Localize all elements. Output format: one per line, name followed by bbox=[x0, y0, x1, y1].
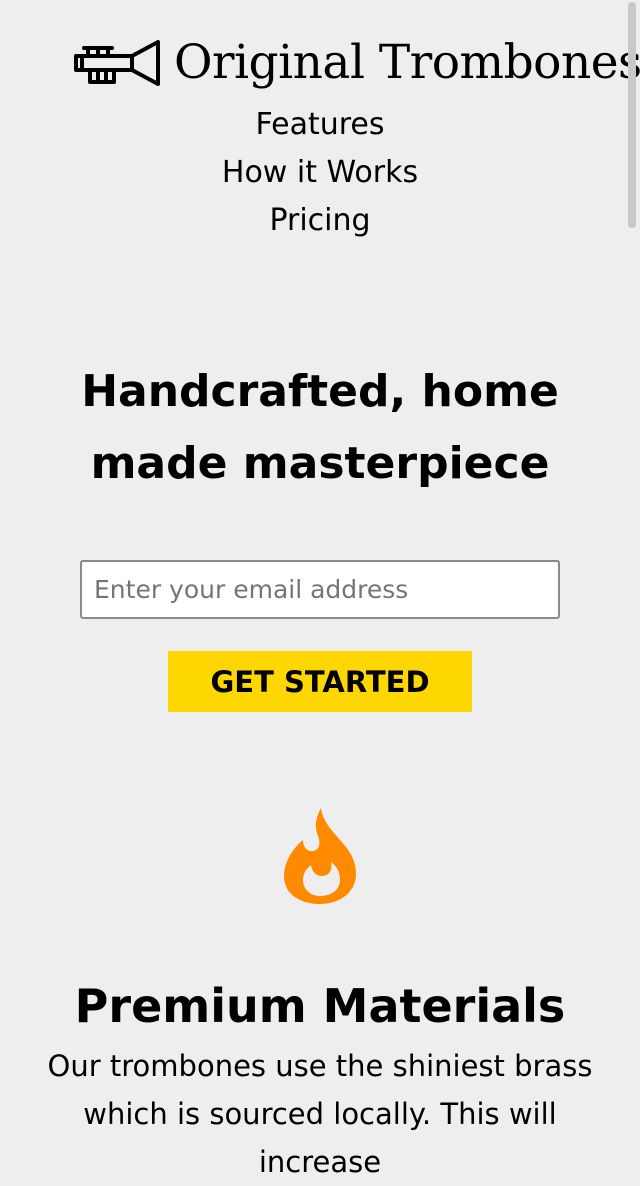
logo-text: Original Trombones bbox=[174, 35, 640, 90]
logo[interactable]: Original Trombones bbox=[74, 32, 640, 94]
main-nav: Features How it Works Pricing bbox=[0, 101, 640, 245]
nav-link-pricing[interactable]: Pricing bbox=[0, 197, 640, 245]
feature-title: Premium Materials bbox=[74, 979, 566, 1033]
nav-link-features[interactable]: Features bbox=[0, 101, 640, 149]
hero-title: Handcrafted, home made masterpiece bbox=[81, 366, 559, 489]
fire-icon bbox=[284, 808, 356, 904]
scrollbar-thumb[interactable] bbox=[628, 2, 636, 228]
trumpet-icon bbox=[74, 40, 160, 86]
feature-description: Our trombones use the shiniest brass whi… bbox=[47, 1049, 593, 1179]
get-started-button[interactable]: GET STARTED bbox=[168, 651, 472, 712]
nav-link-how-it-works[interactable]: How it Works bbox=[0, 149, 640, 197]
email-input[interactable] bbox=[80, 560, 560, 619]
